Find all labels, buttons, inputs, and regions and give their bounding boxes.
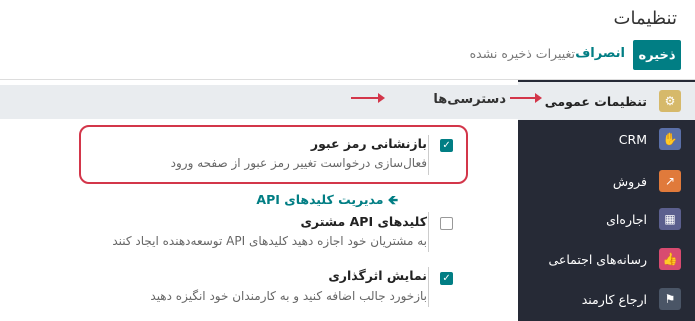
arrow-left-icon: 🡸 [387,192,398,207]
annotation-highlight-box [79,125,468,184]
password-reset-title: بازنشانی رمز عبور [310,136,427,151]
impact-checkbox[interactable]: ✓ [440,272,453,285]
annotation-arrow-sidebar [510,93,542,103]
sidebar-item-label: ارجاع کارمند [581,291,647,307]
sidebar-item-label: اجاره‌ای [606,211,647,227]
settings-sidebar: ⚙ تنظیمات عمومی ✋ CRM ↗ فروش ▦ اجاره‌ای … [518,80,695,321]
sidebar-item-employee-referral[interactable]: ⚑ ارجاع کارمند [518,280,695,318]
people-icon: ⚑ [659,288,681,310]
manage-api-keys-label: مدیریت کلیدهای API [256,192,384,207]
annotation-arrow-section [351,93,385,103]
api-keys-description: به مشتریان خود اجازه دهید کلیدهای API تو… [112,234,427,248]
impact-description: بازخورد جالب اضافه کنید و به کارمندان خو… [150,289,427,303]
impact-title: نمایش اثرگذاری [328,268,427,283]
setting-divider [428,135,429,175]
sidebar-item-rental[interactable]: ▦ اجاره‌ای [518,200,695,238]
page-title: تنظیمات [613,8,677,29]
rental-icon: ▦ [659,208,681,230]
gear-icon: ⚙ [659,90,681,112]
handshake-icon: ✋ [659,128,681,150]
api-keys-checkbox[interactable] [440,217,453,230]
sidebar-item-label: تنظیمات عمومی [544,93,647,109]
unsaved-changes-label: تغییرات ذخیره نشده [469,46,575,61]
setting-divider [428,267,429,307]
sidebar-item-label: رسانه‌های اجتماعی [548,251,647,267]
password-reset-description: فعال‌سازی درخواست تغییر رمز عبور از صفحه… [170,156,427,170]
sidebar-item-crm[interactable]: ✋ CRM [518,120,695,158]
discard-button[interactable]: انصراف [575,46,625,61]
section-header: دسترسی‌ها [0,85,518,119]
sidebar-item-social-media[interactable]: 👍 رسانه‌های اجتماعی [518,240,695,278]
api-keys-title: کلیدهای API مشتری [300,214,427,229]
sidebar-item-sales[interactable]: ↗ فروش [518,162,695,200]
chart-icon: ↗ [659,170,681,192]
setting-divider [428,212,429,252]
manage-api-keys-link[interactable]: 🡸 مدیریت کلیدهای API [256,191,398,212]
sidebar-item-label: CRM [618,131,647,147]
sidebar-item-general-settings[interactable]: ⚙ تنظیمات عمومی [518,82,695,120]
thumbs-up-icon: 👍 [659,248,681,270]
save-button[interactable]: ذخیره [633,40,681,70]
section-title: دسترسی‌ها [433,92,506,107]
password-reset-checkbox[interactable]: ✓ [440,139,453,152]
sidebar-item-label: فروش [612,173,647,189]
